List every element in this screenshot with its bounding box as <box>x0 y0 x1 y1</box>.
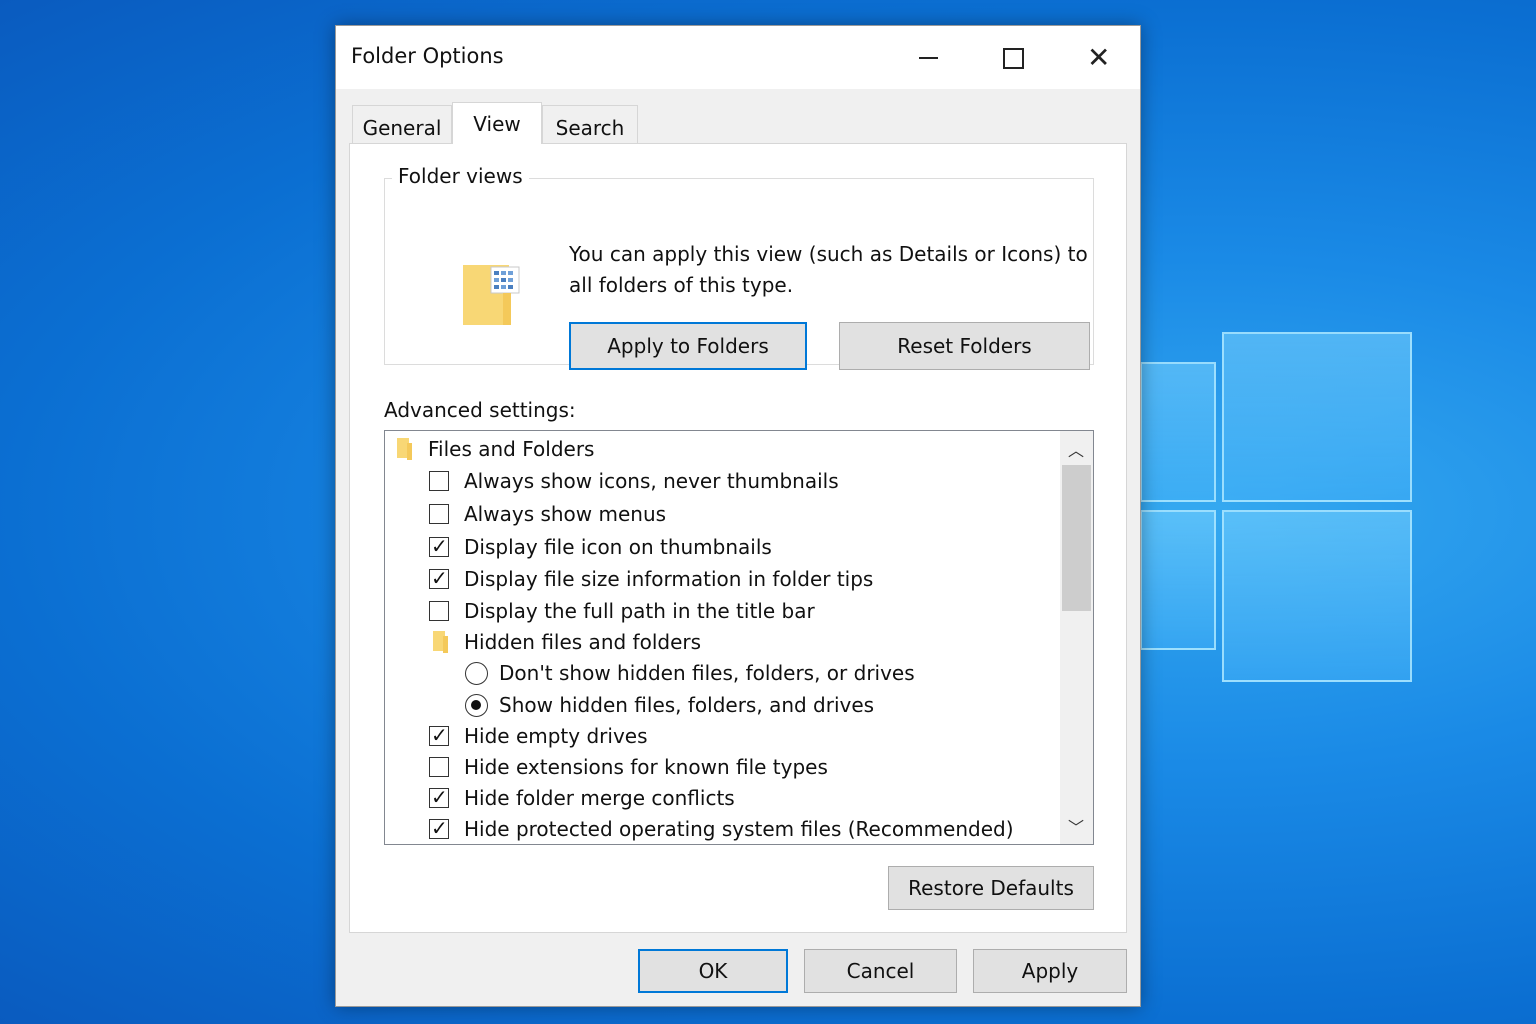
minimize-button[interactable] <box>898 36 958 80</box>
checkbox-checked[interactable]: ✓ <box>429 723 449 747</box>
checkmark-icon: ✓ <box>431 816 448 840</box>
tab-view[interactable]: View <box>452 102 542 144</box>
view-tab-panel: You can apply this view (such as Details… <box>349 143 1127 933</box>
settings-option-label: Hide empty drives <box>464 724 648 748</box>
logo-pane-top-right <box>1222 332 1412 502</box>
logo-pane-top-left <box>1140 362 1216 502</box>
logo-pane-bottom-left <box>1140 510 1216 650</box>
checkmark-icon: ✓ <box>431 566 448 590</box>
checkbox-checked[interactable]: ✓ <box>429 816 449 840</box>
checkbox-unchecked[interactable] <box>429 504 449 524</box>
folder-views-label: Folder views <box>392 164 529 188</box>
scroll-down-icon[interactable]: ﹀ <box>1068 814 1084 838</box>
settings-option-label: Don't show hidden files, folders, or dri… <box>499 661 915 685</box>
reset-folders-button[interactable]: Reset Folders <box>839 322 1090 370</box>
tab-search[interactable]: Search <box>542 105 638 143</box>
settings-option-label: Display the full path in the title bar <box>464 599 815 623</box>
minimize-icon <box>919 57 938 59</box>
settings-option-label: Files and Folders <box>428 437 595 461</box>
folder-views-icon <box>463 265 520 325</box>
radio-unselected[interactable] <box>465 662 488 685</box>
settings-option-label: Hide protected operating system files (R… <box>464 817 1014 841</box>
tab-general[interactable]: General <box>352 105 452 143</box>
checkbox-unchecked[interactable] <box>429 471 449 491</box>
settings-option-label: Show hidden files, folders, and drives <box>499 693 875 717</box>
radio-dot-icon <box>471 700 481 710</box>
checkbox-unchecked[interactable] <box>429 757 449 777</box>
settings-option-label: Display file size information in folder … <box>464 567 874 591</box>
checkmark-icon: ✓ <box>431 785 448 809</box>
advanced-settings-label: Advanced settings: <box>384 398 576 422</box>
scroll-up-icon[interactable]: ︿ <box>1068 437 1084 461</box>
cancel-button[interactable]: Cancel <box>804 949 957 993</box>
checkbox-checked[interactable]: ✓ <box>429 534 449 558</box>
window-title: Folder Options <box>351 44 504 68</box>
settings-option-label: Always show icons, never thumbnails <box>464 469 839 493</box>
apply-to-folders-button[interactable]: Apply to Folders <box>569 322 807 370</box>
logo-pane-bottom-right <box>1222 510 1412 682</box>
maximize-icon <box>1003 48 1024 69</box>
windows-logo <box>1140 332 1412 682</box>
scroll-thumb[interactable] <box>1062 465 1091 611</box>
close-button[interactable]: ✕ <box>1068 36 1128 80</box>
radio-selected[interactable] <box>465 694 488 717</box>
folder-icon <box>397 438 412 460</box>
settings-option-label: Hide folder merge conflicts <box>464 786 735 810</box>
ok-button[interactable]: OK <box>638 949 788 993</box>
vertical-scrollbar[interactable]: ︿ ﹀ <box>1060 431 1093 844</box>
checkmark-icon: ✓ <box>431 723 448 747</box>
checkbox-checked[interactable]: ✓ <box>429 566 449 590</box>
folder-views-description: You can apply this view (such as Details… <box>569 242 1088 297</box>
folder-options-dialog: Folder Options ✕ General View Search You… <box>335 25 1141 1007</box>
folder-icon <box>433 631 448 653</box>
close-icon: ✕ <box>1087 41 1111 74</box>
apply-button[interactable]: Apply <box>973 949 1127 993</box>
settings-option-label: Display file icon on thumbnails <box>464 535 772 559</box>
maximize-button[interactable] <box>982 36 1042 80</box>
title-bar[interactable]: Folder Options ✕ <box>336 26 1140 89</box>
restore-defaults-button[interactable]: Restore Defaults <box>888 866 1094 910</box>
settings-option-label: Hide extensions for known file types <box>464 755 828 779</box>
settings-option-label: Hidden files and folders <box>464 630 702 654</box>
checkmark-icon: ✓ <box>431 534 448 558</box>
folder-views-group: You can apply this view (such as Details… <box>384 178 1094 370</box>
checkbox-unchecked[interactable] <box>429 601 449 621</box>
settings-option-label: Always show menus <box>464 502 667 526</box>
checkbox-checked[interactable]: ✓ <box>429 785 449 809</box>
advanced-settings-list[interactable]: Files and Folders Always show icons, neve… <box>384 430 1094 845</box>
